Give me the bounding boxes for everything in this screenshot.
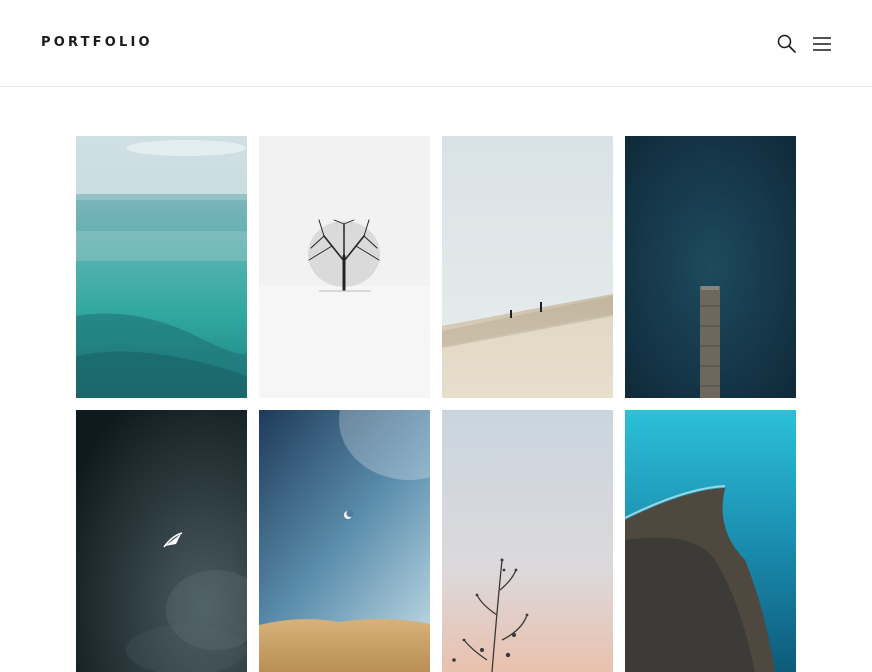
- search-button[interactable]: [776, 33, 798, 55]
- photo-boat-dark-sea[interactable]: [76, 410, 247, 672]
- photo-turquoise-sea[interactable]: [76, 136, 247, 398]
- search-icon: [777, 34, 796, 53]
- site-logo[interactable]: PORTFOLIO: [41, 34, 153, 52]
- photo-pier-dark-water[interactable]: [625, 136, 796, 398]
- photo-plant-sunset[interactable]: [442, 410, 613, 672]
- photo-moon-desert[interactable]: [259, 410, 430, 672]
- menu-button[interactable]: [811, 33, 833, 55]
- photo-lone-tree[interactable]: [259, 136, 430, 398]
- photo-aerial-coast[interactable]: [625, 410, 796, 672]
- hamburger-menu-icon: [813, 37, 831, 51]
- site-header: PORTFOLIO: [0, 0, 872, 87]
- photo-sand-dune-hikers[interactable]: [442, 136, 613, 398]
